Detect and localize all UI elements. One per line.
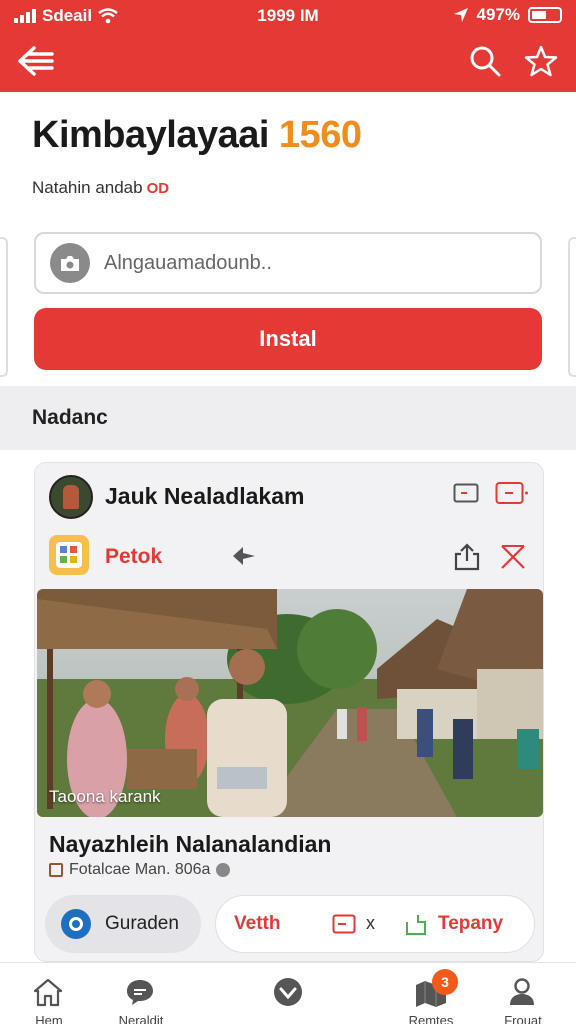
app-logo-icon[interactable] [49, 535, 89, 575]
post-card[interactable]: Jauk Nealadlakam Petok Taoona karank Nay… [34, 462, 544, 962]
title-number: 1560 [278, 114, 362, 156]
heart-icon [274, 978, 302, 1006]
battery-icon [528, 7, 562, 23]
battery-percent: 497% [476, 5, 520, 24]
search-field[interactable] [34, 232, 542, 294]
avatar[interactable] [49, 475, 93, 519]
card-header: Jauk Nealadlakam Petok [35, 463, 543, 587]
post-meta: Fotalcae Man. 806a [49, 861, 231, 879]
top-app-bar: Sdeail 1999 IM 497% [0, 0, 576, 92]
video-icon[interactable] [495, 481, 529, 505]
compass-icon [61, 909, 91, 939]
app-screen: Sdeail 1999 IM 497% Kimbaylayaai 1560 Nat… [0, 0, 576, 1024]
page-title: Kimbaylayaai 1560 [32, 114, 362, 157]
guraden-label: Guraden [105, 913, 179, 934]
photo-caption: Taoona karank [49, 787, 161, 806]
action-pill: Vetth x Tepany [215, 895, 535, 953]
profile-icon [510, 978, 534, 1005]
location-tag-icon [49, 863, 63, 877]
nav-profile-label: Frouat [504, 1013, 542, 1024]
village-scene-image [37, 589, 543, 817]
forward-icon[interactable] [231, 545, 257, 567]
nav-messages-label: Neraldit [118, 1013, 164, 1024]
post-photo[interactable]: Taoona karank [37, 589, 543, 817]
nav-messages[interactable]: Neraldit [86, 963, 196, 1024]
bookmark-icon[interactable] [453, 483, 479, 503]
post-meta-text: Fotalcae Man. 806a [69, 861, 211, 878]
chat-icon [127, 980, 153, 1005]
bottom-navigation: Hem Neraldit 3 Remtes Frouat [0, 962, 576, 1024]
subtitle-row: Natahin andab OD [32, 178, 169, 198]
carousel-edge-left [0, 237, 8, 377]
x-label[interactable]: x [366, 913, 375, 934]
post-title[interactable]: Nayazhleih Nalanalandian [49, 831, 331, 858]
search-input[interactable] [104, 251, 504, 275]
notification-badge: 3 [432, 969, 458, 995]
vetth-button[interactable]: Vetth [234, 913, 280, 935]
tepany-button[interactable]: Tepany [438, 913, 503, 935]
play-icon[interactable] [332, 914, 356, 934]
nav-profile[interactable]: Frouat [468, 963, 576, 1024]
back-arrow-icon[interactable] [16, 44, 56, 78]
install-button[interactable]: Instal [34, 308, 542, 370]
subtitle-text: Natahin andab [32, 178, 143, 197]
verified-icon [216, 863, 231, 877]
location-icon [453, 8, 468, 22]
search-icon[interactable] [468, 44, 502, 78]
thumbs-up-icon[interactable] [404, 912, 428, 936]
app-name[interactable]: Petok [105, 545, 162, 569]
close-icon[interactable] [499, 543, 527, 571]
home-icon [33, 978, 63, 1007]
share-icon[interactable] [453, 543, 481, 571]
app-header: Kimbaylayaai1560 Natahin andab OD Instal [0, 92, 576, 386]
nav-favorites[interactable] [234, 963, 344, 1024]
title-text: Kimbaylayaai [32, 114, 269, 156]
nav-bar [0, 36, 576, 86]
author-name[interactable]: Jauk Nealadlakam [105, 483, 304, 510]
star-icon[interactable] [524, 44, 558, 78]
guraden-button[interactable]: Guraden [45, 895, 201, 953]
section-title: Nadanc [32, 406, 108, 429]
status-bar: Sdeail 1999 IM 497% [0, 0, 576, 30]
subtitle-tag: OD [146, 179, 170, 197]
camera-icon[interactable] [50, 243, 90, 283]
carousel-edge-right [568, 237, 576, 377]
status-right: 497% [453, 5, 562, 25]
